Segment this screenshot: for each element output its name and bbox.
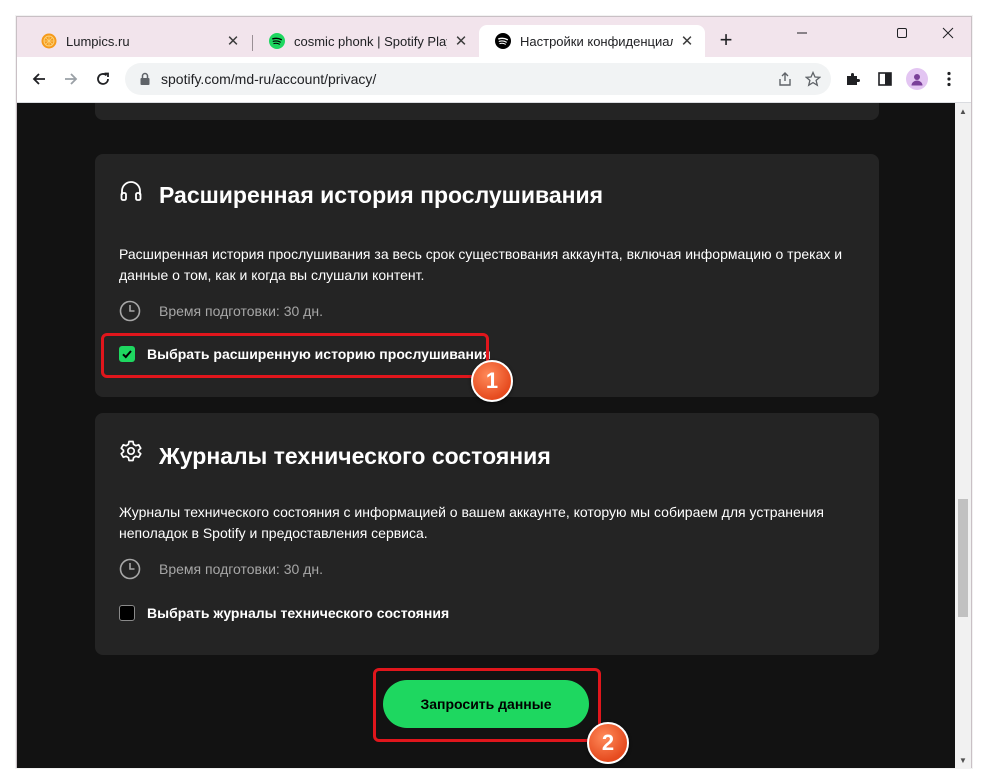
tab-close-icon[interactable]: ✕ xyxy=(679,33,695,50)
tab-title: Lumpics.ru xyxy=(66,33,130,49)
card-description: Расширенная история прослушивания за вес… xyxy=(119,246,843,283)
share-icon[interactable] xyxy=(771,65,799,93)
prep-time-text: Время подготовки: 30 дн. xyxy=(159,303,323,319)
prep-time: Время подготовки: 30 дн. xyxy=(119,558,323,580)
card-title: Журналы технического состояния xyxy=(159,443,551,469)
extensions-icon[interactable] xyxy=(839,65,867,93)
close-icon[interactable] xyxy=(925,17,971,49)
page-content: Расширенная история прослушивания Расшир… xyxy=(17,103,955,768)
orange-icon xyxy=(41,33,57,49)
url-text[interactable]: spotify.com/md-ru/account/privacy/ xyxy=(161,71,771,87)
scroll-down-arrow-icon[interactable]: ▼ xyxy=(955,752,971,768)
spotify-icon xyxy=(495,33,511,49)
side-panel-icon[interactable] xyxy=(871,65,899,93)
tab-strip: Lumpics.ru ✕ cosmic phonk | Spotify Play… xyxy=(17,17,971,57)
prep-time: Время подготовки: 30 дн. xyxy=(119,300,323,322)
scroll-up-arrow-icon[interactable]: ▲ xyxy=(955,103,971,119)
new-tab-button[interactable]: + xyxy=(715,29,737,52)
card-technical-logs: Журналы технического состояния Журналы т… xyxy=(95,413,879,655)
card-description: Журналы технического состояния с информа… xyxy=(119,504,824,541)
address-bar[interactable]: spotify.com/md-ru/account/privacy/ xyxy=(125,63,831,95)
tab-lumpics[interactable]: Lumpics.ru ✕ xyxy=(25,25,251,57)
profile-avatar-icon[interactable] xyxy=(903,65,931,93)
prep-time-text: Время подготовки: 30 дн. xyxy=(159,561,323,577)
browser-toolbar: spotify.com/md-ru/account/privacy/ xyxy=(17,57,971,103)
tab-close-icon[interactable]: ✕ xyxy=(453,33,469,50)
menu-icon[interactable] xyxy=(935,65,963,93)
bookmark-star-icon[interactable] xyxy=(799,65,827,93)
page-scrollbar[interactable]: ▲ ▼ xyxy=(955,103,971,768)
tab-title: cosmic phonk | Spotify Playlist xyxy=(294,33,447,49)
previous-card xyxy=(95,103,879,120)
card-title: Расширенная история прослушивания xyxy=(159,182,604,208)
scrollbar-thumb[interactable] xyxy=(958,499,968,617)
forward-arrow-icon[interactable] xyxy=(57,65,85,93)
reload-icon[interactable] xyxy=(89,65,117,93)
checkbox-label[interactable]: Выбрать журналы технического состояния xyxy=(147,605,449,621)
technical-logs-checkbox-row[interactable]: Выбрать журналы технического состояния xyxy=(119,605,449,621)
tab-spotify-playlist[interactable]: cosmic phonk | Spotify Playlist ✕ xyxy=(253,25,479,57)
tab-privacy-settings[interactable]: Настройки конфиденциальности ✕ xyxy=(479,25,705,57)
browser-window: Lumpics.ru ✕ cosmic phonk | Spotify Play… xyxy=(16,16,972,768)
maximize-icon[interactable] xyxy=(879,17,925,49)
clock-icon xyxy=(119,300,141,322)
headphones-icon xyxy=(120,181,142,201)
technical-logs-checkbox[interactable] xyxy=(119,605,135,621)
highlight-button-annotation xyxy=(373,668,601,742)
back-arrow-icon[interactable] xyxy=(25,65,53,93)
annotation-badge-1: 1 xyxy=(471,360,513,402)
spotify-icon xyxy=(269,33,285,49)
tab-close-icon[interactable]: ✕ xyxy=(225,33,241,50)
tab-title: Настройки конфиденциальности xyxy=(520,33,673,49)
minimize-icon[interactable] xyxy=(779,17,825,49)
clock-icon xyxy=(119,558,141,580)
lock-icon xyxy=(140,72,150,85)
gear-icon xyxy=(120,440,142,462)
annotation-badge-2: 2 xyxy=(587,722,629,764)
highlight-checkbox-annotation xyxy=(101,333,489,378)
